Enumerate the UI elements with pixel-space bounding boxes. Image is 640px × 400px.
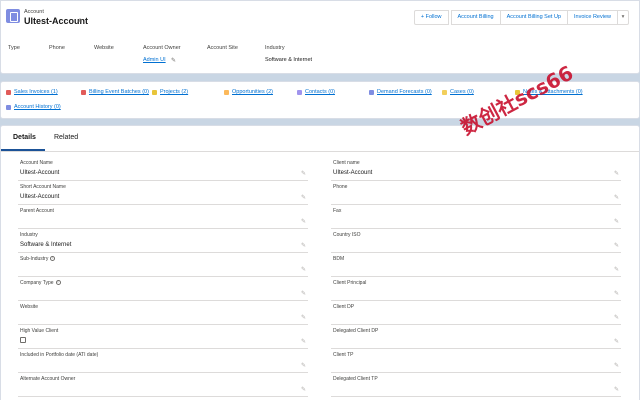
action-bar: + Follow Account Billing Account Billing… <box>413 10 629 25</box>
field-sub-industry: Sub-Industry i ✎ <box>18 255 308 277</box>
field-delegated-client-dp: Delegated Client DP ✎ <box>331 327 621 349</box>
field-client-tp: Client TP ✎ <box>331 351 621 373</box>
pencil-icon[interactable]: ✎ <box>614 194 619 201</box>
pencil-icon[interactable]: ✎ <box>614 386 619 393</box>
object-label: Account <box>24 9 44 15</box>
tab-related[interactable]: Related <box>54 134 78 141</box>
quick-link-cases[interactable]: Cases (0) <box>442 89 474 95</box>
pencil-icon[interactable]: ✎ <box>614 290 619 297</box>
project-icon <box>152 89 157 95</box>
pencil-icon[interactable]: ✎ <box>301 266 306 273</box>
pencil-icon[interactable]: ✎ <box>301 170 306 177</box>
field-parent-account: Parent Account ✎ <box>18 207 308 229</box>
pencil-icon[interactable]: ✎ <box>301 194 306 201</box>
tab-divider <box>1 151 639 152</box>
info-icon[interactable]: i <box>55 280 61 286</box>
contact-icon <box>297 89 302 95</box>
account-billing-setup-button[interactable]: Account Billing Set Up <box>499 10 568 25</box>
field-industry: Industry Software & Internet ✎ <box>18 231 308 253</box>
more-actions-button[interactable]: ▾ <box>617 10 629 25</box>
pencil-icon[interactable]: ✎ <box>301 314 306 321</box>
pencil-icon[interactable]: ✎ <box>614 338 619 345</box>
pencil-icon[interactable]: ✎ <box>301 386 306 393</box>
quick-link-account-history[interactable]: Account History (0) <box>6 104 61 110</box>
billing-icon <box>81 89 86 95</box>
field-included-in-portfolio-date: Included in Portfolio date (ATI date) ✎ <box>18 351 308 373</box>
account-billing-button[interactable]: Account Billing <box>450 10 501 25</box>
chevron-down-icon: ▾ <box>621 14 625 20</box>
pencil-icon[interactable]: ✎ <box>614 314 619 321</box>
follow-button[interactable]: + Follow <box>413 10 449 25</box>
pencil-icon[interactable]: ✎ <box>614 218 619 225</box>
field-phone: Phone ✎ <box>331 183 621 205</box>
field-bdm: BDM ✎ <box>331 255 621 277</box>
pencil-icon[interactable]: ✎ <box>614 266 619 273</box>
field-high-value-client: High Value Client ✎ <box>18 327 308 349</box>
pencil-icon[interactable]: ✎ <box>301 242 306 249</box>
hierarchy-icon[interactable]: ⩓ <box>78 17 82 25</box>
highlight-type-label: Type <box>8 45 20 51</box>
field-client-name: Client name UItest-Account ✎ <box>331 159 621 181</box>
highlight-industry-label: Industry <box>265 45 285 51</box>
field-alternate-account-owner: Alternate Account Owner ✎ <box>18 375 308 397</box>
quick-link-billing-event-batches[interactable]: Billing Event Batches (0) <box>81 89 149 95</box>
quick-link-contacts[interactable]: Contacts (0) <box>297 89 335 95</box>
pencil-icon[interactable]: ✎ <box>301 290 306 297</box>
field-client-dp: Client DP ✎ <box>331 303 621 325</box>
pencil-icon[interactable]: ✎ <box>301 362 306 369</box>
highlight-industry-value: Software & Internet <box>265 57 313 63</box>
field-company-type: Company Type i ✎ <box>18 279 308 301</box>
history-icon <box>6 104 11 110</box>
highlight-phone-label: Phone <box>49 45 65 51</box>
forecast-icon <box>369 89 374 95</box>
quick-link-projects[interactable]: Projects (2) <box>152 89 188 95</box>
field-delegated-client-tp: Delegated Client TP ✎ <box>331 375 621 397</box>
details-panel: Details Related Account Name UItest-Acco… <box>0 125 640 400</box>
record-header: Account UItest-Account ⩓ + Follow Accoun… <box>0 0 640 74</box>
highlight-owner-label: Account Owner <box>143 45 181 51</box>
opportunity-icon <box>224 89 229 95</box>
quick-link-opportunities[interactable]: Opportunities (2) <box>224 89 273 95</box>
invoice-icon <box>6 89 11 95</box>
case-icon <box>442 89 447 95</box>
change-owner-icon[interactable]: ✎ <box>169 57 176 64</box>
pencil-icon[interactable]: ✎ <box>614 362 619 369</box>
account-icon <box>6 9 20 23</box>
field-short-account-name: Short Account Name UItest-Account ✎ <box>18 183 308 205</box>
pencil-icon[interactable]: ✎ <box>301 218 306 225</box>
invoice-review-button[interactable]: Invoice Review <box>567 10 618 25</box>
highlight-website-label: Website <box>94 45 114 51</box>
account-owner-link[interactable]: Admin UI <box>143 57 166 63</box>
pencil-icon[interactable]: ✎ <box>301 338 306 345</box>
field-fax: Fax ✎ <box>331 207 621 229</box>
quick-link-sales-invoices[interactable]: Sales Invoices (1) <box>6 89 58 95</box>
pencil-icon[interactable]: ✎ <box>614 170 619 177</box>
high-value-client-checkbox[interactable] <box>20 337 26 343</box>
pencil-icon[interactable]: ✎ <box>614 242 619 249</box>
info-icon[interactable]: i <box>50 256 56 262</box>
field-client-principal: Client Principal ✎ <box>331 279 621 301</box>
field-account-name: Account Name UItest-Account ✎ <box>18 159 308 181</box>
field-website: Website ✎ <box>18 303 308 325</box>
tab-details[interactable]: Details <box>13 134 36 141</box>
field-country-iso: Country ISO ✎ <box>331 231 621 253</box>
highlight-site-label: Account Site <box>207 45 238 51</box>
quick-link-demand-forecasts[interactable]: Demand Forecasts (0) <box>369 89 432 95</box>
